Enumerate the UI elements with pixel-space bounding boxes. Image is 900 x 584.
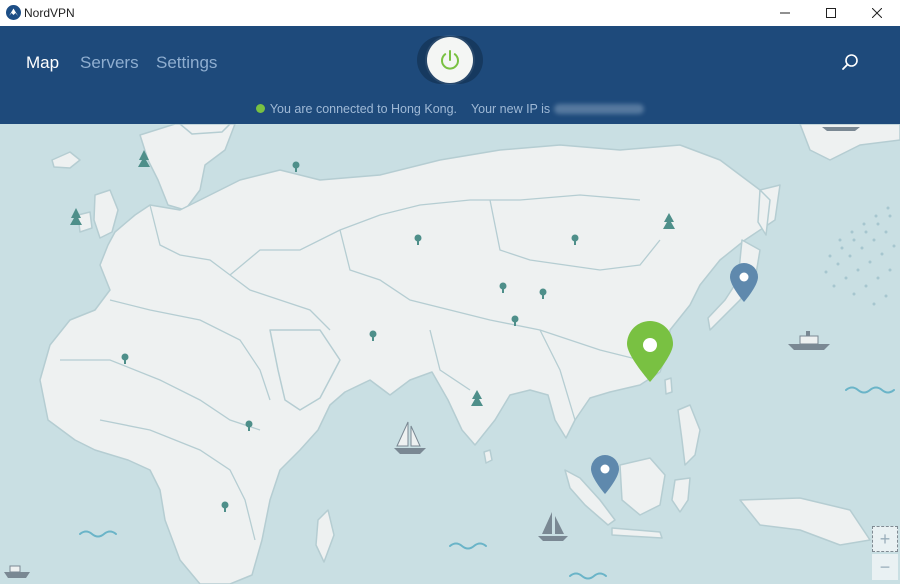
ship-icon bbox=[822, 127, 860, 131]
zoom-in-button[interactable]: + bbox=[872, 526, 898, 552]
zoom-out-button[interactable]: − bbox=[872, 554, 898, 580]
close-button[interactable] bbox=[854, 0, 900, 26]
minimize-icon bbox=[780, 12, 790, 14]
nordvpn-logo-icon bbox=[6, 5, 21, 20]
app-header: Map Servers Settings You are connected t… bbox=[0, 26, 900, 124]
close-icon bbox=[872, 8, 882, 18]
window-title: NordVPN bbox=[24, 6, 75, 20]
window-titlebar: NordVPN bbox=[0, 0, 900, 27]
connection-status: You are connected to Hong Kong. Your new… bbox=[0, 102, 900, 116]
map-canvas bbox=[0, 124, 900, 584]
maximize-icon bbox=[826, 8, 836, 18]
power-button[interactable] bbox=[427, 37, 473, 83]
tab-map[interactable]: Map bbox=[26, 53, 59, 73]
power-toggle-wrap bbox=[417, 36, 483, 84]
world-map[interactable]: + − bbox=[0, 124, 900, 584]
zoom-controls: + − bbox=[872, 526, 898, 580]
minimize-button[interactable] bbox=[762, 0, 808, 26]
tab-servers[interactable]: Servers bbox=[80, 53, 139, 73]
connection-status-text: You are connected to Hong Kong. bbox=[269, 102, 458, 116]
power-icon bbox=[441, 50, 459, 70]
ip-address-redacted bbox=[554, 104, 645, 114]
tab-settings[interactable]: Settings bbox=[156, 53, 217, 73]
search-button[interactable] bbox=[838, 50, 862, 74]
maximize-button[interactable] bbox=[808, 0, 854, 26]
connected-dot-icon bbox=[255, 104, 265, 113]
search-icon bbox=[842, 54, 858, 70]
ip-label: Your new IP is bbox=[470, 102, 551, 116]
